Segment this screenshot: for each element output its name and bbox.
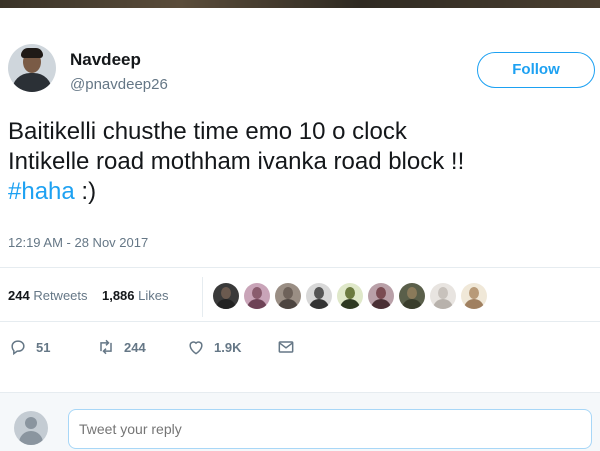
reply-input[interactable] [68, 409, 592, 449]
envelope-icon [278, 341, 294, 353]
liker-avatar[interactable] [430, 283, 456, 309]
liker-avatar[interactable] [275, 283, 301, 309]
retweets-stat[interactable]: 244 Retweets [8, 288, 88, 303]
retweets-label: Retweets [33, 288, 88, 303]
header-image-strip [0, 0, 600, 8]
tweet-line-1: Baitikelli chusthe time emo 10 o clock [8, 118, 407, 145]
retweet-action[interactable]: 244 [96, 336, 146, 358]
divider [0, 321, 600, 322]
author-avatar[interactable] [8, 44, 56, 92]
retweet-count: 244 [124, 339, 146, 355]
reply-area [0, 392, 600, 451]
liker-avatar[interactable] [368, 283, 394, 309]
liker-avatar[interactable] [461, 283, 487, 309]
tweet-line-3-suffix: :) [74, 178, 97, 205]
liker-avatar[interactable] [399, 283, 425, 309]
liker-avatar[interactable] [306, 283, 332, 309]
reply-count: 51 [36, 339, 51, 355]
hashtag-link[interactable]: #haha [8, 178, 75, 205]
tweet-text: Baitikelli chusthe time emo 10 o clock I… [8, 117, 464, 207]
follow-button[interactable]: Follow [477, 52, 595, 88]
retweets-count: 244 [8, 288, 30, 303]
reply-action[interactable]: 51 [8, 336, 50, 358]
like-action[interactable]: 1.9K [186, 336, 241, 358]
likes-label: Likes [138, 288, 169, 303]
likes-count: 1,886 [101, 288, 135, 303]
like-count: 1.9K [214, 339, 242, 355]
tweet-line-2: Intikelle road mothham ivanka road block… [8, 148, 465, 175]
reply-icon [11, 340, 25, 356]
liker-avatar[interactable] [337, 283, 363, 309]
tweet-line-3: #haha :) [8, 177, 464, 207]
retweet-icon [100, 339, 112, 355]
heart-icon [189, 341, 203, 355]
divider [0, 267, 600, 268]
tweet-timestamp[interactable]: 12:19 AM - 28 Nov 2017 [8, 235, 148, 250]
stats-separator [202, 277, 203, 317]
author-name[interactable]: Navdeep [70, 50, 141, 70]
direct-message-action[interactable] [276, 336, 296, 358]
likes-stat[interactable]: 1,886 Likes [102, 288, 169, 303]
author-handle[interactable]: @pnavdeep26 [70, 76, 168, 93]
user-avatar [14, 411, 48, 445]
liker-avatar[interactable] [244, 283, 270, 309]
tweet-stats: 244 Retweets 1,886 Likes [8, 288, 169, 303]
liker-avatar[interactable] [213, 283, 239, 309]
